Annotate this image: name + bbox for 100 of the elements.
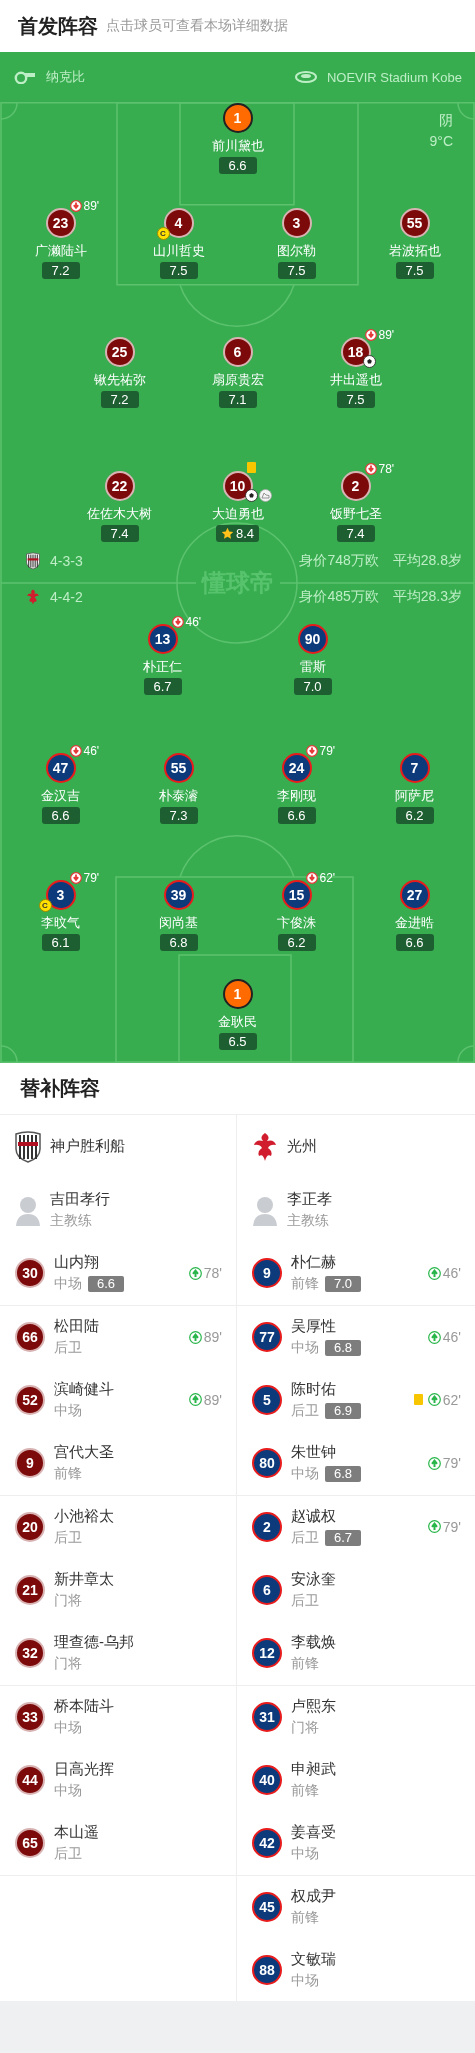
rating-value: 6.6 — [51, 808, 70, 823]
player-name[interactable]: 朴仁赫 — [291, 1253, 362, 1273]
player-name: 李刚现 — [277, 787, 316, 804]
sub-off-icon — [69, 745, 82, 757]
jersey-number[interactable]: 18 — [340, 337, 371, 367]
jersey-number[interactable]: 66 — [15, 1322, 45, 1353]
jersey-number[interactable]: 12 — [252, 1638, 282, 1668]
jersey-number[interactable]: 6 — [252, 1574, 282, 1605]
position-text: 中场 — [54, 1718, 82, 1737]
jersey-number[interactable]: 30 — [15, 1258, 45, 1289]
jersey-number[interactable]: 22 — [104, 471, 135, 501]
player-name[interactable]: 日高光挥 — [54, 1759, 114, 1779]
jersey-number[interactable]: 27 — [399, 880, 430, 910]
jersey-number[interactable]: 9 — [15, 1448, 45, 1479]
sub-on-icon — [427, 1520, 441, 1534]
substitution-minute: 46' — [185, 615, 202, 629]
market-value-text: 身价748万欧 — [299, 552, 379, 570]
sub-on-icon — [427, 1393, 441, 1407]
section-title: 首发阵容 — [18, 13, 98, 39]
weather-text: 阴 — [439, 111, 453, 130]
player-name[interactable]: 理查德-乌邦 — [54, 1633, 134, 1652]
sub-on-icon — [427, 1266, 441, 1280]
jersey-number[interactable]: 7 — [399, 753, 430, 783]
jersey-number[interactable]: 23 — [45, 208, 76, 238]
jersey-number[interactable]: 2 — [340, 471, 371, 501]
player-name[interactable]: 卢熙东 — [291, 1696, 336, 1716]
jersey-number[interactable]: 90 — [297, 624, 328, 654]
jersey-number[interactable]: 55 — [399, 208, 430, 238]
position-text: 中场 — [291, 1465, 319, 1484]
jersey-number[interactable]: 9 — [252, 1258, 282, 1289]
jersey-number[interactable]: 5 — [252, 1384, 282, 1415]
sub-on-icon — [188, 1330, 202, 1344]
player-name[interactable]: 姜喜受 — [291, 1822, 336, 1842]
coach-name[interactable]: 李正孝 — [287, 1189, 332, 1209]
player-name[interactable]: 李载焕 — [291, 1633, 336, 1652]
jersey-number[interactable]: 88 — [252, 1954, 282, 1985]
rating-value: 7.3 — [169, 808, 188, 823]
jersey-number[interactable]: 20 — [15, 1511, 45, 1542]
team-name: 光州 — [287, 1137, 317, 1157]
player-name[interactable]: 桥本陆斗 — [54, 1696, 114, 1716]
rating-badge: 6.9 — [325, 1402, 362, 1419]
jersey-number[interactable]: 55 — [163, 753, 194, 783]
player-name[interactable]: 新井章太 — [54, 1569, 114, 1589]
rating-value: 7.0 — [303, 679, 322, 694]
jersey-number[interactable]: 15 — [281, 880, 312, 910]
rating-value: 7.1 — [228, 392, 247, 407]
jersey-number[interactable]: 6 — [222, 337, 253, 367]
player-name[interactable]: 赵诚权 — [291, 1506, 362, 1526]
player-name[interactable]: 山内翔 — [54, 1253, 125, 1273]
substitution-minute: 89' — [378, 328, 395, 342]
position-text: 中场 — [54, 1401, 82, 1420]
jersey-number[interactable]: 77 — [252, 1322, 282, 1353]
rating-value: 7.4 — [346, 526, 365, 541]
player-name[interactable]: 申昶武 — [291, 1759, 336, 1779]
player-name[interactable]: 小池裕太 — [54, 1506, 114, 1526]
jersey-number[interactable]: 44 — [15, 1764, 45, 1795]
jersey-number[interactable]: 2 — [252, 1511, 282, 1542]
jersey-number[interactable]: 24 — [281, 753, 312, 783]
player-name[interactable]: 权成尹 — [291, 1886, 336, 1906]
jersey-number[interactable]: 3 — [281, 208, 312, 238]
player-name[interactable]: 朱世钟 — [291, 1443, 362, 1463]
player-name[interactable]: 陈时佑 — [291, 1379, 362, 1399]
player-name: 朴正仁 — [143, 658, 182, 675]
coach-name[interactable]: 吉田孝行 — [50, 1189, 110, 1209]
market-value-text: 身价485万欧 — [299, 588, 379, 606]
player-name[interactable]: 滨崎健斗 — [54, 1379, 114, 1399]
sub-off-icon — [305, 745, 318, 757]
rating-value: 8.4 — [235, 526, 255, 541]
player-name[interactable]: 宫代大圣 — [54, 1443, 114, 1463]
player-name[interactable]: 安泳奎 — [291, 1569, 336, 1589]
jersey-number[interactable]: 45 — [252, 1891, 282, 1922]
jersey-number[interactable]: 25 — [104, 337, 135, 367]
jersey-number[interactable]: 65 — [15, 1827, 45, 1858]
player-name[interactable]: 吴厚性 — [291, 1317, 362, 1337]
player-name: 金汉吉 — [41, 787, 80, 804]
jersey-number[interactable]: 42 — [252, 1827, 282, 1858]
jersey-number[interactable]: 10 — [222, 471, 253, 501]
position-text: 门将 — [291, 1718, 319, 1737]
jersey-number[interactable]: 47 — [45, 753, 76, 783]
jersey-number[interactable]: 32 — [15, 1638, 45, 1668]
player-name: 图尔勒 — [277, 242, 316, 259]
jersey-number[interactable]: 21 — [15, 1574, 45, 1605]
jersey-number[interactable]: 31 — [252, 1701, 282, 1732]
striped-shield-logo-icon — [15, 1130, 41, 1163]
jersey-number[interactable]: 52 — [15, 1384, 45, 1415]
player-name[interactable]: 本山遥 — [54, 1822, 99, 1842]
jersey-number[interactable]: 39 — [163, 880, 194, 910]
jersey-number[interactable]: 13 — [147, 624, 178, 654]
position-text: 门将 — [54, 1655, 82, 1673]
jersey-number[interactable]: 80 — [252, 1448, 282, 1479]
rating-value: 7.5 — [405, 263, 424, 278]
jersey-number[interactable]: 33 — [15, 1701, 45, 1732]
player-name[interactable]: 松田陆 — [54, 1317, 99, 1337]
position-text: 后卫 — [291, 1401, 319, 1420]
position-text: 前锋 — [54, 1465, 82, 1484]
player-name[interactable]: 文敏瑞 — [291, 1949, 336, 1969]
substitution-minute: 78' — [203, 1265, 222, 1282]
section-title: 替补阵容 — [20, 1076, 100, 1101]
jersey-number[interactable]: 40 — [252, 1764, 282, 1795]
player-name: 卞俊洙 — [277, 914, 316, 931]
